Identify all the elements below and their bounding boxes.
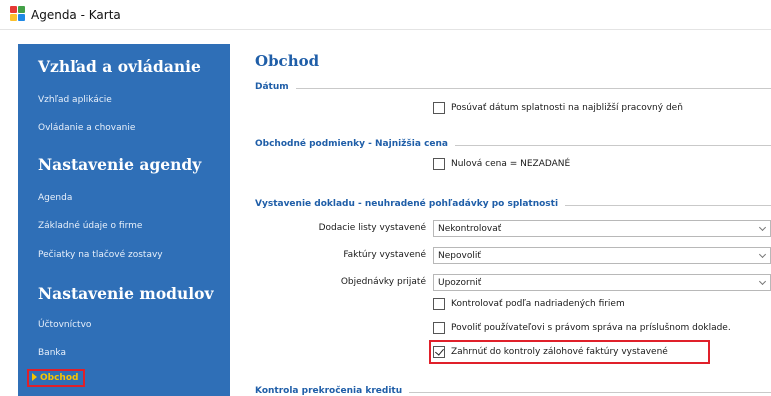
select-faktury[interactable]: Nepovoliť [433,247,771,264]
checkbox-povolit[interactable] [433,322,445,334]
sidebar-item-peciatky[interactable]: Pečiatky na tlačové zostavy [38,250,163,260]
page-title: Obchod [255,52,320,70]
section-vystavenie: Vystavenie dokladu - neuhradené pohľadáv… [255,199,771,211]
sidebar: Vzhľad a ovládanie Vzhľad aplikácie Ovlá… [18,44,230,396]
checkbox-zalohove-label: Zahrnúť do kontroly zálohové faktúry vys… [451,347,668,357]
section-kredit: Kontrola prekročenia kreditu [255,386,771,396]
sidebar-heading-vzhlad: Vzhľad a ovládanie [38,57,201,76]
window-title: Agenda - Karta [31,7,121,22]
chevron-down-icon[interactable] [758,277,767,286]
section-divider [255,88,771,89]
checkbox-posuvat-datum-label: Posúvať dátum splatnosti na najbližší pr… [451,103,683,113]
triangle-right-icon [32,373,37,381]
checkbox-zalohove[interactable] [433,346,445,358]
select-faktury-value: Nepovoliť [438,250,481,261]
select-dodacie-listy-value: Nekontrolovať [438,223,502,234]
section-vystavenie-label: Vystavenie dokladu - neuhradené pohľadáv… [255,199,566,209]
checkbox-row-povolit[interactable]: Povoliť používateľovi s právom správa na… [433,322,731,334]
section-datum-label: Dátum [255,82,296,92]
app-logo-icon [10,6,27,23]
checkbox-nadriadenych-label: Kontrolovať podľa nadriadených firiem [451,299,625,309]
section-podmienky-label: Obchodné podmienky - Najnižšia cena [255,139,455,149]
sidebar-item-vzhlad-aplikacie[interactable]: Vzhľad aplikácie [38,95,112,105]
field-label-objednavky: Objednávky prijaté [340,277,426,287]
sidebar-item-uctovnictvo[interactable]: Účtovníctvo [38,320,91,330]
chevron-down-icon[interactable] [758,223,767,232]
sidebar-item-agenda[interactable]: Agenda [38,193,72,203]
checkbox-row-zalohove[interactable]: Zahrnúť do kontroly zálohové faktúry vys… [433,346,668,358]
select-objednavky-value: Upozorniť [438,277,482,288]
sidebar-heading-modulov: Nastavenie modulov [38,284,214,303]
checkbox-nulova-cena-label: Nulová cena = NEZADANÉ [451,159,571,169]
field-label-faktury: Faktúry vystavené [343,250,426,260]
sidebar-item-zakladne-udaje[interactable]: Základné údaje o firme [38,221,142,231]
field-label-dodacie-listy: Dodacie listy vystavené [318,223,426,233]
section-kredit-label: Kontrola prekročenia kreditu [255,386,410,396]
checkbox-row-nulova-cena[interactable]: Nulová cena = NEZADANÉ [433,158,570,170]
window-titlebar: Agenda - Karta [0,0,771,30]
checkbox-row-posuvat-datum[interactable]: Posúvať dátum splatnosti na najbližší pr… [433,102,683,114]
sidebar-item-obchod-label: Obchod [40,373,79,383]
sidebar-heading-agendy: Nastavenie agendy [38,155,202,174]
select-dodacie-listy[interactable]: Nekontrolovať [433,220,771,237]
sidebar-item-ovladanie[interactable]: Ovládanie a chovanie [38,123,135,133]
checkbox-nadriadenych[interactable] [433,298,445,310]
checkbox-posuvat-datum[interactable] [433,102,445,114]
checkbox-nulova-cena[interactable] [433,158,445,170]
section-datum: Dátum [255,82,771,94]
chevron-down-icon[interactable] [758,250,767,259]
checkbox-povolit-label: Povoliť používateľovi s právom správa na… [451,323,731,333]
select-objednavky[interactable]: Upozorniť [433,274,771,291]
checkbox-row-nadriadenych[interactable]: Kontrolovať podľa nadriadených firiem [433,298,625,310]
settings-panel: Obchod Dátum Posúvať dátum splatnosti na… [230,30,771,396]
sidebar-item-obchod[interactable]: Obchod [27,369,86,387]
sidebar-item-banka[interactable]: Banka [38,348,66,358]
section-podmienky: Obchodné podmienky - Najnižšia cena [255,139,771,151]
